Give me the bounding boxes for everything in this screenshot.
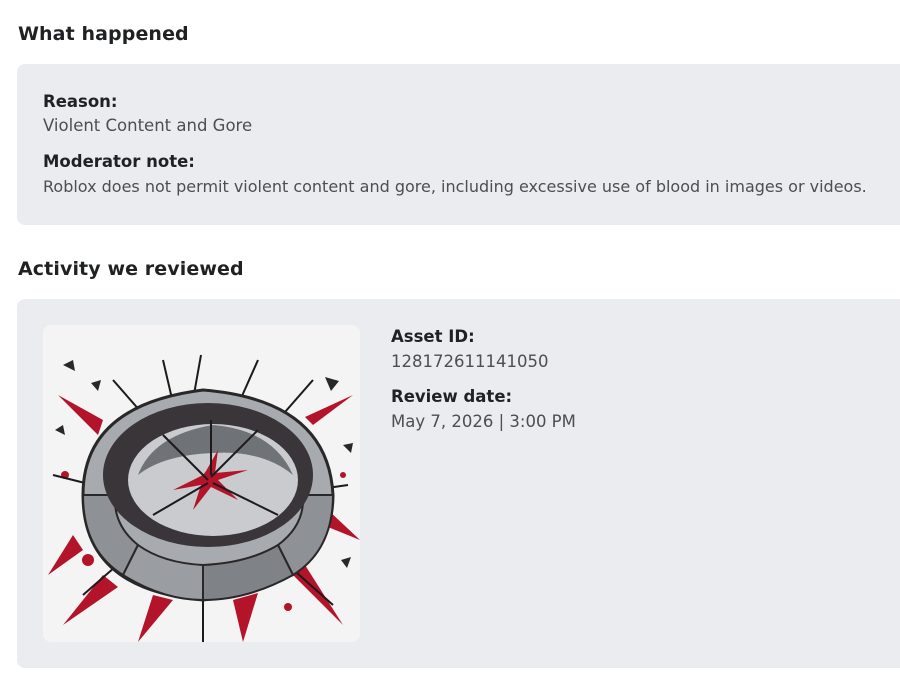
reason-label: Reason:	[43, 92, 118, 111]
what-happened-heading: What happened	[18, 23, 189, 45]
activity-reviewed-heading: Activity we reviewed	[18, 258, 244, 280]
activity-reviewed-card: Asset ID: 128172611141050 Review date: M…	[17, 299, 900, 668]
asset-thumbnail	[43, 325, 360, 642]
moderator-note-label: Moderator note:	[43, 152, 195, 171]
what-happened-card: Reason: Violent Content and Gore Moderat…	[17, 64, 900, 225]
asset-id-value: 128172611141050	[391, 352, 549, 371]
asset-id-label: Asset ID:	[391, 327, 475, 346]
moderator-note-value: Roblox does not permit violent content a…	[43, 177, 867, 196]
crater-image-icon	[48, 354, 360, 642]
review-date-value: May 7, 2026 | 3:00 PM	[391, 412, 576, 431]
moderation-details-page: What happened Reason: Violent Content an…	[0, 0, 900, 675]
review-date-label: Review date:	[391, 387, 513, 406]
reason-value: Violent Content and Gore	[43, 116, 253, 135]
